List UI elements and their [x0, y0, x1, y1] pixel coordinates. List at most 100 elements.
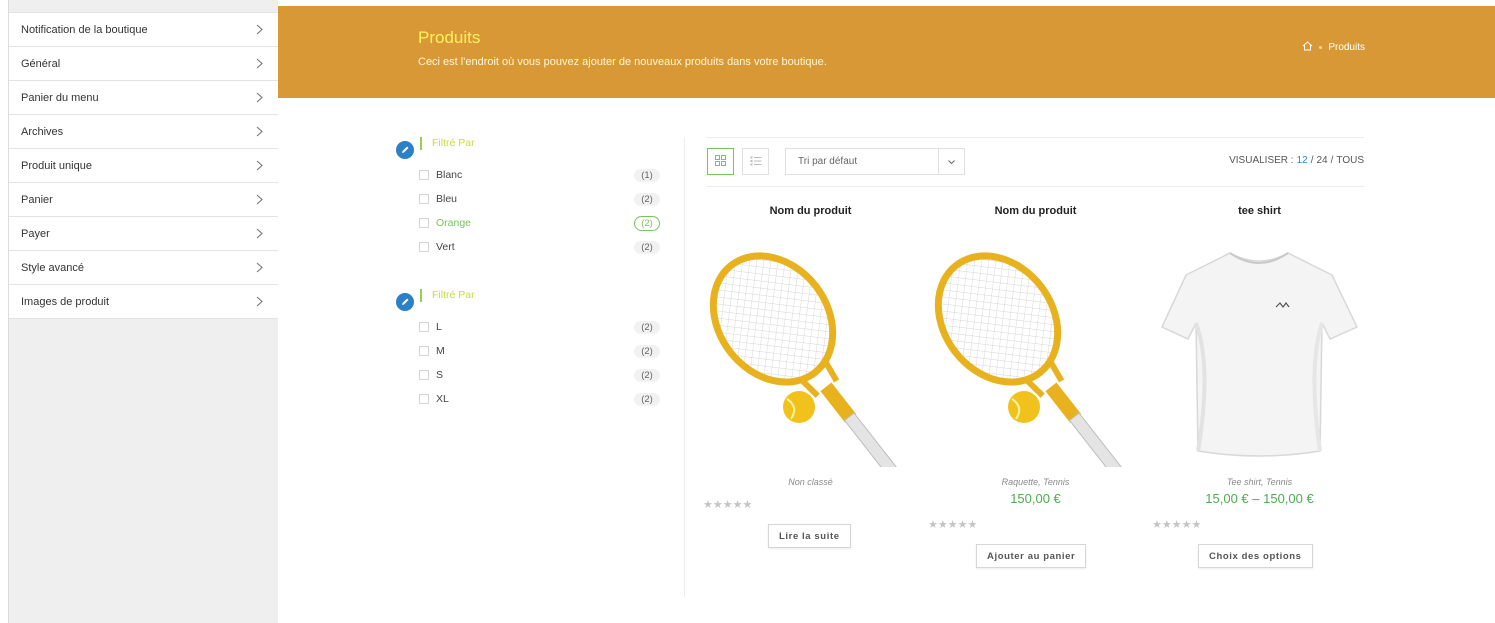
- filter-option-orange[interactable]: Orange (2): [419, 211, 666, 235]
- chevron-right-icon: [252, 227, 266, 241]
- shop-toolbar: Tri par défaut VISUALISER : 12 / 24 / TO…: [707, 137, 1364, 187]
- sidebar-list: Notification de la boutique Général Pani…: [9, 12, 278, 319]
- filter-option-vert[interactable]: Vert (2): [419, 235, 666, 259]
- per-page-24[interactable]: 24: [1316, 155, 1327, 166]
- filter-option-xl[interactable]: XL (2): [419, 387, 666, 411]
- filter-count: (2): [634, 215, 660, 231]
- chevron-right-icon: [252, 125, 266, 139]
- filter-checkbox[interactable]: [419, 194, 429, 204]
- sidebar-item-menu-cart[interactable]: Panier du menu: [9, 81, 278, 115]
- filter-option-blanc[interactable]: Blanc (1): [419, 163, 666, 187]
- filter-checkbox[interactable]: [419, 394, 429, 404]
- product-category: Non classé: [788, 477, 833, 487]
- filter-count: (2): [634, 320, 660, 334]
- read-more-button[interactable]: Lire la suite: [768, 524, 851, 548]
- filter-label: S: [436, 369, 444, 381]
- rating-stars: ★★★★★: [928, 519, 978, 531]
- chevron-down-icon: [938, 149, 964, 174]
- sidebar-item-advanced-style[interactable]: Style avancé: [9, 251, 278, 285]
- sidebar-item-notification[interactable]: Notification de la boutique: [9, 13, 278, 47]
- sidebar-item-label: Panier: [21, 193, 53, 206]
- home-icon[interactable]: [1302, 41, 1313, 54]
- filter-option-s[interactable]: S (2): [419, 363, 666, 387]
- per-page-separator: /: [1310, 155, 1314, 166]
- filter-option-m[interactable]: M (2): [419, 339, 666, 363]
- per-page-label: VISUALISER :: [1229, 155, 1294, 166]
- filter-checkbox[interactable]: [419, 322, 429, 332]
- sidebar-item-checkout[interactable]: Payer: [9, 217, 278, 251]
- pencil-edit-icon[interactable]: [396, 141, 414, 159]
- chevron-right-icon: [252, 261, 266, 275]
- product-name[interactable]: Nom du produit: [928, 205, 1143, 217]
- sidebar-item-label: Notification de la boutique: [21, 23, 148, 36]
- sidebar-item-label: Produit unique: [21, 159, 92, 172]
- filter-count: (2): [634, 344, 660, 358]
- add-to-cart-button[interactable]: Ajouter au panier: [976, 544, 1087, 568]
- product-name[interactable]: Nom du produit: [703, 205, 918, 217]
- sidebar-item-archives[interactable]: Archives: [9, 115, 278, 149]
- filter-option-l[interactable]: L (2): [419, 315, 666, 339]
- filter-count: (2): [634, 192, 660, 206]
- filter-label: Bleu: [436, 193, 458, 205]
- filter-label: XL: [436, 393, 449, 405]
- filter-option-bleu[interactable]: Bleu (2): [419, 187, 666, 211]
- chevron-right-icon: [252, 159, 266, 173]
- sidebar-item-product-images[interactable]: Images de produit: [9, 285, 278, 319]
- sidebar-item-label: Images de produit: [21, 295, 110, 308]
- product-price: 15,00 € – 150,00 €: [1205, 491, 1314, 506]
- sidebar-item-label: Payer: [21, 227, 50, 240]
- settings-sidebar: Notification de la boutique Général Pani…: [8, 0, 278, 623]
- filter-count: (2): [634, 368, 660, 382]
- filter-label: Blanc: [436, 169, 463, 181]
- filter-label: L: [436, 321, 442, 333]
- content-divider: [684, 137, 685, 597]
- chevron-right-icon: [252, 91, 266, 105]
- filter-head: Filtré Par: [396, 137, 666, 159]
- product-card: Nom du produit Non classé ★★★★★ Lire la …: [703, 205, 918, 548]
- filter-list: Blanc (1) Bleu (2) Orange (2) Vert (2): [396, 163, 666, 259]
- filter-checkbox[interactable]: [419, 242, 429, 252]
- breadcrumb-separator: [1319, 46, 1323, 49]
- product-card: Nom du produit Raquette, Tennis 150,00 €…: [928, 205, 1143, 568]
- select-options-button[interactable]: Choix des options: [1198, 544, 1313, 568]
- filter-checkbox[interactable]: [419, 170, 429, 180]
- chevron-right-icon: [252, 193, 266, 207]
- rating-stars: ★★★★★: [1152, 519, 1202, 531]
- grid-icon: [715, 153, 726, 171]
- product-name[interactable]: tee shirt: [1152, 205, 1367, 217]
- page-title: Produits: [418, 28, 481, 47]
- sidebar-item-single-product[interactable]: Produit unique: [9, 149, 278, 183]
- pencil-edit-icon[interactable]: [396, 293, 414, 311]
- per-page-all[interactable]: TOUS: [1336, 155, 1364, 166]
- sidebar-item-label: Panier du menu: [21, 91, 99, 104]
- sidebar-item-label: Style avancé: [21, 261, 84, 274]
- per-page-selector: VISUALISER : 12 / 24 / TOUS: [1229, 155, 1364, 166]
- chevron-right-icon: [252, 23, 266, 37]
- filter-label: Vert: [436, 241, 455, 253]
- grid-view-button[interactable]: [707, 148, 734, 175]
- sidebar-item-label: Archives: [21, 125, 64, 138]
- sidebar-item-general[interactable]: Général: [9, 47, 278, 81]
- per-page-separator: /: [1330, 155, 1334, 166]
- product-price: 150,00 €: [1010, 491, 1061, 506]
- filter-count: (2): [634, 240, 660, 254]
- sort-select[interactable]: Tri par défaut: [785, 148, 965, 175]
- page-subtitle: Ceci est l'endroit où vous pouvez ajoute…: [418, 56, 827, 68]
- chevron-right-icon: [252, 295, 266, 309]
- tennis-racket-image[interactable]: [928, 247, 1143, 477]
- filter-count: (2): [634, 392, 660, 406]
- list-view-button[interactable]: [742, 148, 769, 175]
- filter-group-size: Filtré Par L (2) M (2) S (2) XL (2): [396, 289, 666, 411]
- page-header: Produits Ceci est l'endroit où vous pouv…: [278, 6, 1495, 98]
- product-category: Raquette, Tennis: [1001, 477, 1070, 487]
- tennis-racket-image[interactable]: [703, 247, 918, 477]
- sidebar-item-cart[interactable]: Panier: [9, 183, 278, 217]
- filter-checkbox[interactable]: [419, 346, 429, 356]
- per-page-12[interactable]: 12: [1297, 155, 1308, 166]
- filter-title: Filtré Par: [420, 289, 475, 302]
- filter-checkbox[interactable]: [419, 218, 429, 228]
- t-shirt-image[interactable]: [1152, 247, 1367, 467]
- filter-checkbox[interactable]: [419, 370, 429, 380]
- product-card: tee shirt Tee shirt, Tennis 15,00 € – 15…: [1152, 205, 1367, 568]
- sort-value: Tri par défaut: [798, 156, 858, 167]
